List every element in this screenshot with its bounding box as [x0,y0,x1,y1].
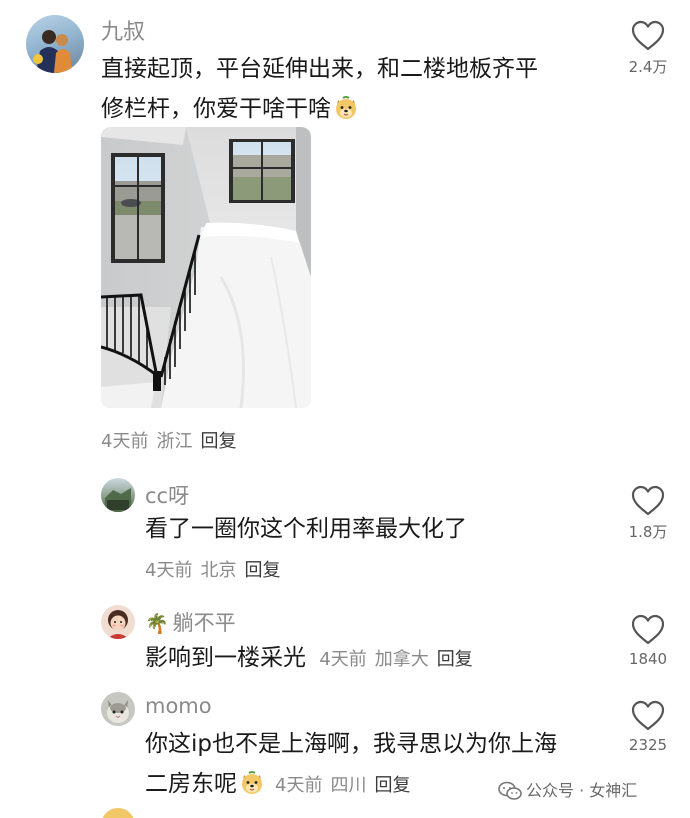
comment-time: 4天前 [101,431,149,452]
reply-text-content: 影响到一楼采光 [145,645,306,671]
avatar-image [107,700,129,723]
comment-text-line-2: 修栏杆，你爱干啥干啥 [101,96,331,122]
heart-icon [631,20,665,51]
reply-location: 加拿大 [374,649,429,670]
reply-text: 你这ip也不是上海啊，我寻思以为你上海 二房东呢 4天前 四川 回复 [145,724,557,806]
like-count: 1840 [628,650,668,668]
like-button[interactable]: 2.4万 [620,20,676,77]
reply-location: 四川 [330,775,367,796]
avatar-image [107,610,129,639]
reply-time: 4天前 [275,775,323,796]
comment-photo[interactable] [101,127,311,408]
reply-author-name: 躺不平 [172,611,236,635]
like-button[interactable]: 1.8万 [620,485,676,542]
palm-tree-emoji: 🌴 [145,613,169,635]
comment-text-line: 直接起顶，平台延伸出来，和二楼地板齐平 [101,56,538,82]
comment-text-line: 修栏杆，你爱干啥干啥 [101,89,538,129]
dog-emoji-icon [242,771,262,794]
like-count: 1.8万 [628,523,668,541]
comment-location: 浙江 [156,431,193,452]
avatar-image [105,488,131,512]
reply-meta: 4天前 加拿大 回复 [319,649,480,670]
reply-text-line: 二房东呢 4天前 四川 回复 [145,764,557,806]
dog-emoji-icon [336,96,356,119]
reply-button[interactable]: 回复 [200,431,236,452]
avatar[interactable] [101,605,135,639]
comment-author[interactable]: 九叔 [101,14,145,46]
like-count: 2.4万 [628,58,668,76]
heart-icon [631,700,665,731]
reply-author[interactable]: cc呀 [145,480,189,510]
heart-icon [631,614,665,645]
like-button[interactable]: 1840 [620,614,676,668]
stairwell-photo [101,127,311,408]
wechat-icon [498,781,522,800]
reply-button[interactable]: 回复 [374,775,410,796]
heart-icon [631,485,665,516]
like-count: 2325 [628,736,668,754]
avatar-image [33,30,72,73]
reply-text: 影响到一楼采光 4天前 加拿大 回复 [145,638,481,680]
reply-text-line: 你这ip也不是上海啊，我寻思以为你上海 [145,731,557,757]
avatar[interactable] [101,808,135,818]
reply-author[interactable]: momo [145,694,212,718]
reply-text: 看了一圈你这个利用率最大化了 [145,516,467,542]
reply-author[interactable]: 🌴 躺不平 [145,607,236,637]
comment-meta: 4天前 浙江 回复 [101,427,244,453]
reply-location: 北京 [200,560,237,581]
reply-time: 4天前 [319,649,367,670]
avatar[interactable] [26,15,84,73]
avatar[interactable] [101,478,135,512]
reply-meta: 4天前 北京 回复 [145,556,288,582]
reply-meta: 4天前 四川 回复 [275,775,418,796]
reply-time: 4天前 [145,560,193,581]
watermark-text: 公众号 · 女神汇 [526,781,638,800]
reply-button[interactable]: 回复 [437,649,473,670]
watermark: 公众号 · 女神汇 [498,777,637,801]
like-button[interactable]: 2325 [620,700,676,754]
avatar[interactable] [101,692,135,726]
reply-button[interactable]: 回复 [244,560,280,581]
reply-text-line-2: 二房东呢 [145,771,237,797]
comment-text: 直接起顶，平台延伸出来，和二楼地板齐平 修栏杆，你爱干啥干啥 [101,49,538,129]
